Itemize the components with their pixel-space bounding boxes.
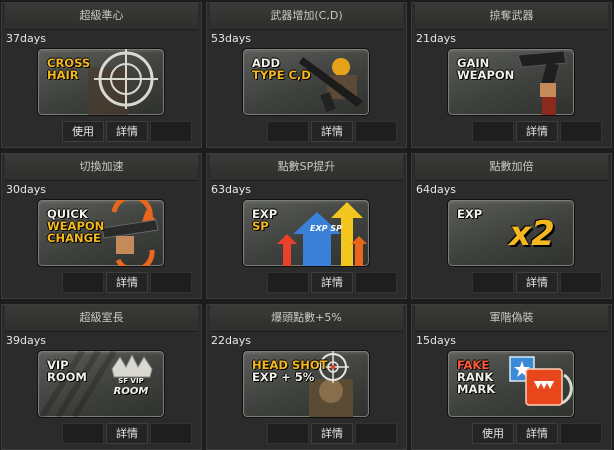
- empty-button-slot: [472, 272, 514, 293]
- empty-button-slot: [560, 423, 602, 444]
- item-image[interactable]: EXP SP EXP SP: [242, 199, 370, 267]
- item-label: QUICK WEAPON CHANGE: [47, 207, 105, 245]
- item-card-vip-room: 超級室長 39days SF VIP ROOM VIP ROOM 詳情: [1, 304, 202, 450]
- empty-button-slot: [560, 121, 602, 142]
- days-remaining: 64days: [416, 183, 456, 196]
- exp-sp-badge: EXP SP: [310, 224, 342, 233]
- item-card-exp-x2: 點數加倍 64days x2 EXP 詳情: [411, 153, 612, 299]
- empty-button-slot: [150, 272, 192, 293]
- empty-button-slot: [560, 272, 602, 293]
- item-card-exp-sp: 點數SP提升 63days EXP SP EXP SP 詳情: [206, 153, 407, 299]
- card-title: 點數SP提升: [210, 154, 403, 181]
- vip-badge: SF VIP ROOM: [113, 377, 149, 397]
- item-label: EXP SP: [252, 207, 278, 233]
- days-remaining: 15days: [416, 334, 456, 347]
- empty-button-slot: [62, 423, 104, 444]
- empty-button-slot: [267, 423, 309, 444]
- days-remaining: 53days: [211, 32, 251, 45]
- item-image[interactable]: FAKE RANK MARK: [447, 350, 575, 418]
- item-label: HEAD SHOT EXP + 5%: [252, 358, 328, 384]
- button-row: 使用 詳情: [62, 121, 192, 142]
- empty-button-slot: [267, 121, 309, 142]
- item-grid: 超級準心 37days CROSS HAIR 使用 詳情 武器增加(C,D) 5…: [0, 0, 614, 450]
- empty-button-slot: [150, 121, 192, 142]
- item-image[interactable]: QUICK WEAPON CHANGE: [37, 199, 165, 267]
- details-button[interactable]: 詳情: [516, 272, 558, 293]
- days-remaining: 63days: [211, 183, 251, 196]
- card-title: 爆頭點數+5%: [210, 305, 403, 332]
- item-image[interactable]: x2 EXP: [447, 199, 575, 267]
- use-button[interactable]: 使用: [472, 423, 514, 444]
- card-title: 掠奪武器: [415, 3, 608, 30]
- button-row: 詳情: [472, 121, 602, 142]
- empty-button-slot: [355, 423, 397, 444]
- empty-button-slot: [472, 121, 514, 142]
- item-label: VIP ROOM: [47, 358, 87, 384]
- details-button[interactable]: 詳情: [311, 272, 353, 293]
- item-card-fake-rank-mark: 軍階偽裝 15days FAKE RANK MARK 使用 詳情: [411, 304, 612, 450]
- days-remaining: 30days: [6, 183, 46, 196]
- empty-button-slot: [150, 423, 192, 444]
- empty-button-slot: [62, 272, 104, 293]
- button-row: 詳情: [267, 121, 397, 142]
- details-button[interactable]: 詳情: [516, 423, 558, 444]
- card-title: 切換加速: [5, 154, 198, 181]
- details-button[interactable]: 詳情: [106, 121, 148, 142]
- item-card-add-type-cd: 武器增加(C,D) 53days ADD TYPE C,D 詳情: [206, 2, 407, 148]
- button-row: 詳情: [62, 423, 192, 444]
- x2-icon: x2: [509, 214, 555, 254]
- days-remaining: 39days: [6, 334, 46, 347]
- empty-button-slot: [267, 272, 309, 293]
- use-button[interactable]: 使用: [62, 121, 104, 142]
- button-row: 詳情: [62, 272, 192, 293]
- item-label: ADD TYPE C,D: [252, 56, 311, 82]
- item-image[interactable]: ADD TYPE C,D: [242, 48, 370, 116]
- button-row: 詳情: [472, 272, 602, 293]
- details-button[interactable]: 詳情: [311, 423, 353, 444]
- days-remaining: 37days: [6, 32, 46, 45]
- card-title: 武器增加(C,D): [210, 3, 403, 30]
- item-image[interactable]: GAIN WEAPON: [447, 48, 575, 116]
- button-row: 詳情: [267, 423, 397, 444]
- item-label: FAKE RANK MARK: [457, 358, 496, 396]
- button-row: 詳情: [267, 272, 397, 293]
- empty-button-slot: [355, 121, 397, 142]
- item-image[interactable]: CROSS HAIR: [37, 48, 165, 116]
- item-card-quick-weapon-change: 切換加速 30days QUICK WEAPON CHANGE 詳情: [1, 153, 202, 299]
- details-button[interactable]: 詳情: [106, 272, 148, 293]
- item-card-gain-weapon: 掠奪武器 21days GAIN WEAPON 詳情: [411, 2, 612, 148]
- item-card-headshot-exp: 爆頭點數+5% 22days HEAD SHOT EXP + 5% 詳情: [206, 304, 407, 450]
- details-button[interactable]: 詳情: [516, 121, 558, 142]
- item-image[interactable]: HEAD SHOT EXP + 5%: [242, 350, 370, 418]
- item-image[interactable]: SF VIP ROOM VIP ROOM: [37, 350, 165, 418]
- item-label: CROSS HAIR: [47, 56, 91, 82]
- details-button[interactable]: 詳情: [106, 423, 148, 444]
- days-remaining: 22days: [211, 334, 251, 347]
- empty-button-slot: [355, 272, 397, 293]
- item-card-crosshair: 超級準心 37days CROSS HAIR 使用 詳情: [1, 2, 202, 148]
- details-button[interactable]: 詳情: [311, 121, 353, 142]
- button-row: 使用 詳情: [472, 423, 602, 444]
- days-remaining: 21days: [416, 32, 456, 45]
- card-title: 點數加倍: [415, 154, 608, 181]
- card-title: 軍階偽裝: [415, 305, 608, 332]
- item-label: EXP: [457, 207, 483, 221]
- card-title: 超級準心: [5, 3, 198, 30]
- item-label: GAIN WEAPON: [457, 56, 515, 82]
- card-title: 超級室長: [5, 305, 198, 332]
